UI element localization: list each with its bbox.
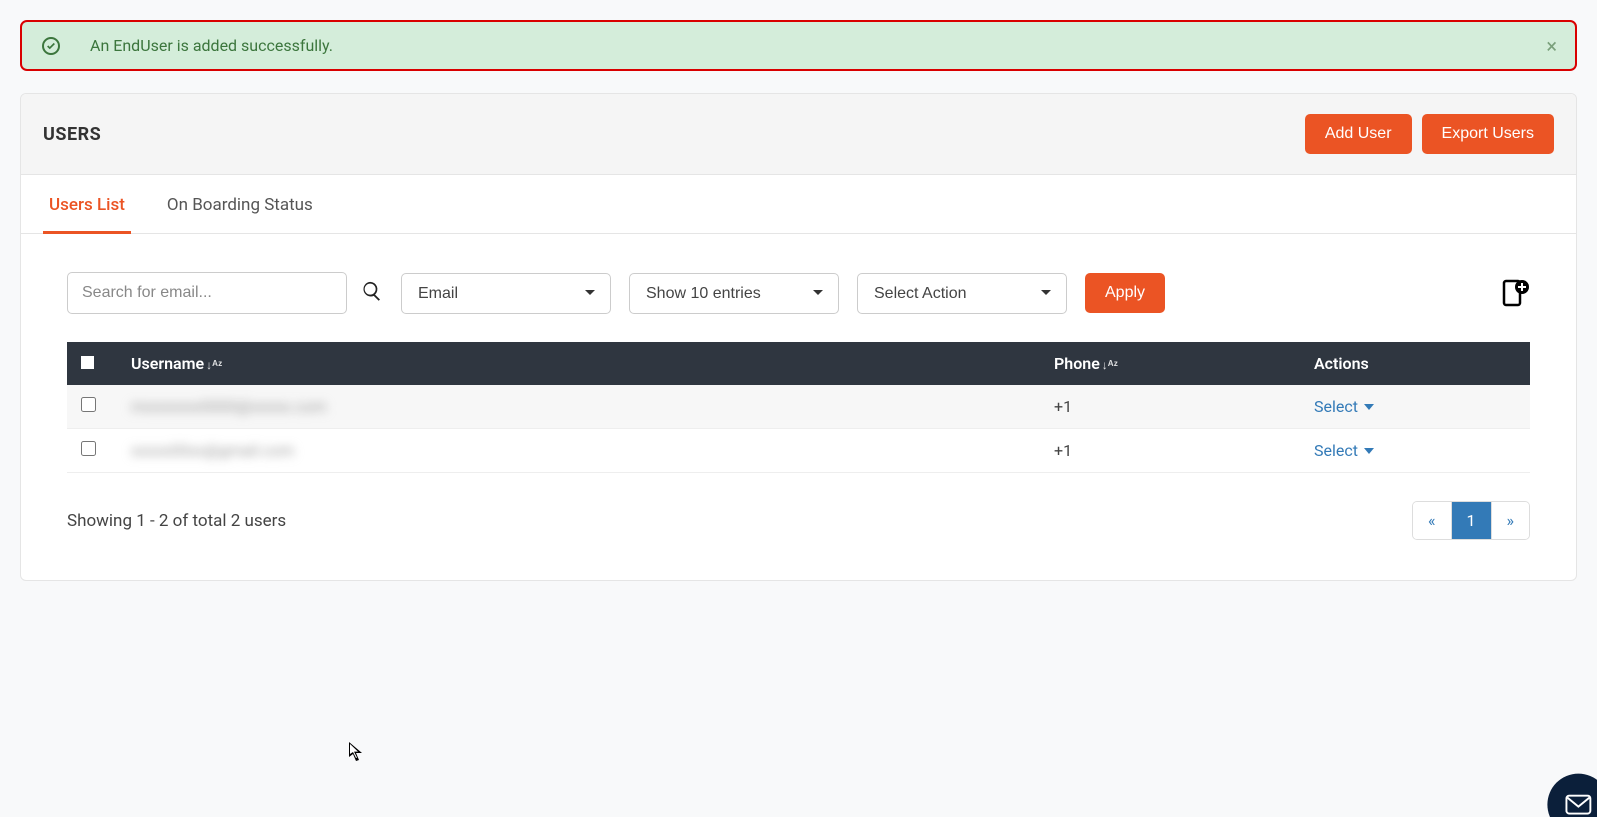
- card-header: USERS Add User Export Users: [21, 94, 1576, 175]
- users-table-wrap: Username↓ᴬᶻ Phone↓ᴬᶻ Actions mxxxxxxx000…: [21, 314, 1576, 483]
- sort-icon: ↓ᴬᶻ: [1102, 358, 1118, 372]
- search-group: [67, 272, 383, 314]
- export-users-button[interactable]: Export Users: [1422, 114, 1554, 154]
- entries-select[interactable]: Show 10 entries: [629, 273, 839, 314]
- chat-fab[interactable]: [1547, 774, 1597, 817]
- check-circle-icon: [42, 37, 60, 55]
- search-icon[interactable]: [361, 280, 383, 306]
- users-card: USERS Add User Export Users Users List O…: [20, 93, 1577, 581]
- users-table: Username↓ᴬᶻ Phone↓ᴬᶻ Actions mxxxxxxx000…: [67, 342, 1530, 473]
- apply-button[interactable]: Apply: [1085, 273, 1165, 313]
- column-phone[interactable]: Phone↓ᴬᶻ: [1040, 342, 1300, 385]
- username-cell: mxxxxxxx0000@xxxxx.com: [131, 397, 326, 416]
- add-device-icon[interactable]: [1498, 277, 1530, 309]
- row-action-select[interactable]: Select: [1314, 441, 1374, 460]
- bulk-action-select[interactable]: Select Action: [857, 273, 1067, 314]
- page-prev[interactable]: «: [1413, 502, 1452, 539]
- filter-bar: Email Show 10 entries Select Action Appl…: [21, 234, 1576, 314]
- mouse-cursor-icon: [349, 742, 365, 766]
- table-row: xxxxx00xx@gmail.com +1 Select: [67, 429, 1530, 473]
- page-title: USERS: [43, 124, 101, 145]
- select-all-checkbox[interactable]: [81, 356, 94, 369]
- tab-users-list[interactable]: Users List: [43, 175, 131, 234]
- table-footer: Showing 1 - 2 of total 2 users « 1 »: [21, 483, 1576, 580]
- page-next[interactable]: »: [1492, 502, 1530, 539]
- row-action-select[interactable]: Select: [1314, 397, 1374, 416]
- tabs: Users List On Boarding Status: [21, 175, 1576, 234]
- row-checkbox[interactable]: [81, 397, 96, 412]
- sort-icon: ↓ᴬᶻ: [206, 358, 222, 372]
- caret-down-icon: [1364, 448, 1374, 454]
- page-1[interactable]: 1: [1452, 502, 1492, 539]
- tab-onboarding-status[interactable]: On Boarding Status: [161, 175, 319, 234]
- phone-cell: +1: [1040, 429, 1300, 473]
- row-checkbox[interactable]: [81, 441, 96, 456]
- column-actions: Actions: [1300, 342, 1530, 385]
- add-user-button[interactable]: Add User: [1305, 114, 1412, 154]
- header-buttons: Add User Export Users: [1305, 114, 1554, 154]
- search-input[interactable]: [67, 272, 347, 314]
- mail-icon: [1565, 795, 1591, 815]
- username-cell: xxxxx00xx@gmail.com: [131, 441, 294, 460]
- pagination: « 1 »: [1412, 501, 1530, 540]
- phone-cell: +1: [1040, 385, 1300, 429]
- caret-down-icon: [1364, 404, 1374, 410]
- column-username[interactable]: Username↓ᴬᶻ: [117, 342, 1040, 385]
- table-row: mxxxxxxx0000@xxxxx.com +1 Select: [67, 385, 1530, 429]
- alert-message: An EndUser is added successfully.: [90, 36, 333, 55]
- alert-close-button[interactable]: ×: [1546, 36, 1557, 56]
- email-filter-select[interactable]: Email: [401, 273, 611, 314]
- success-alert: An EndUser is added successfully. ×: [20, 20, 1577, 71]
- showing-text: Showing 1 - 2 of total 2 users: [67, 511, 286, 531]
